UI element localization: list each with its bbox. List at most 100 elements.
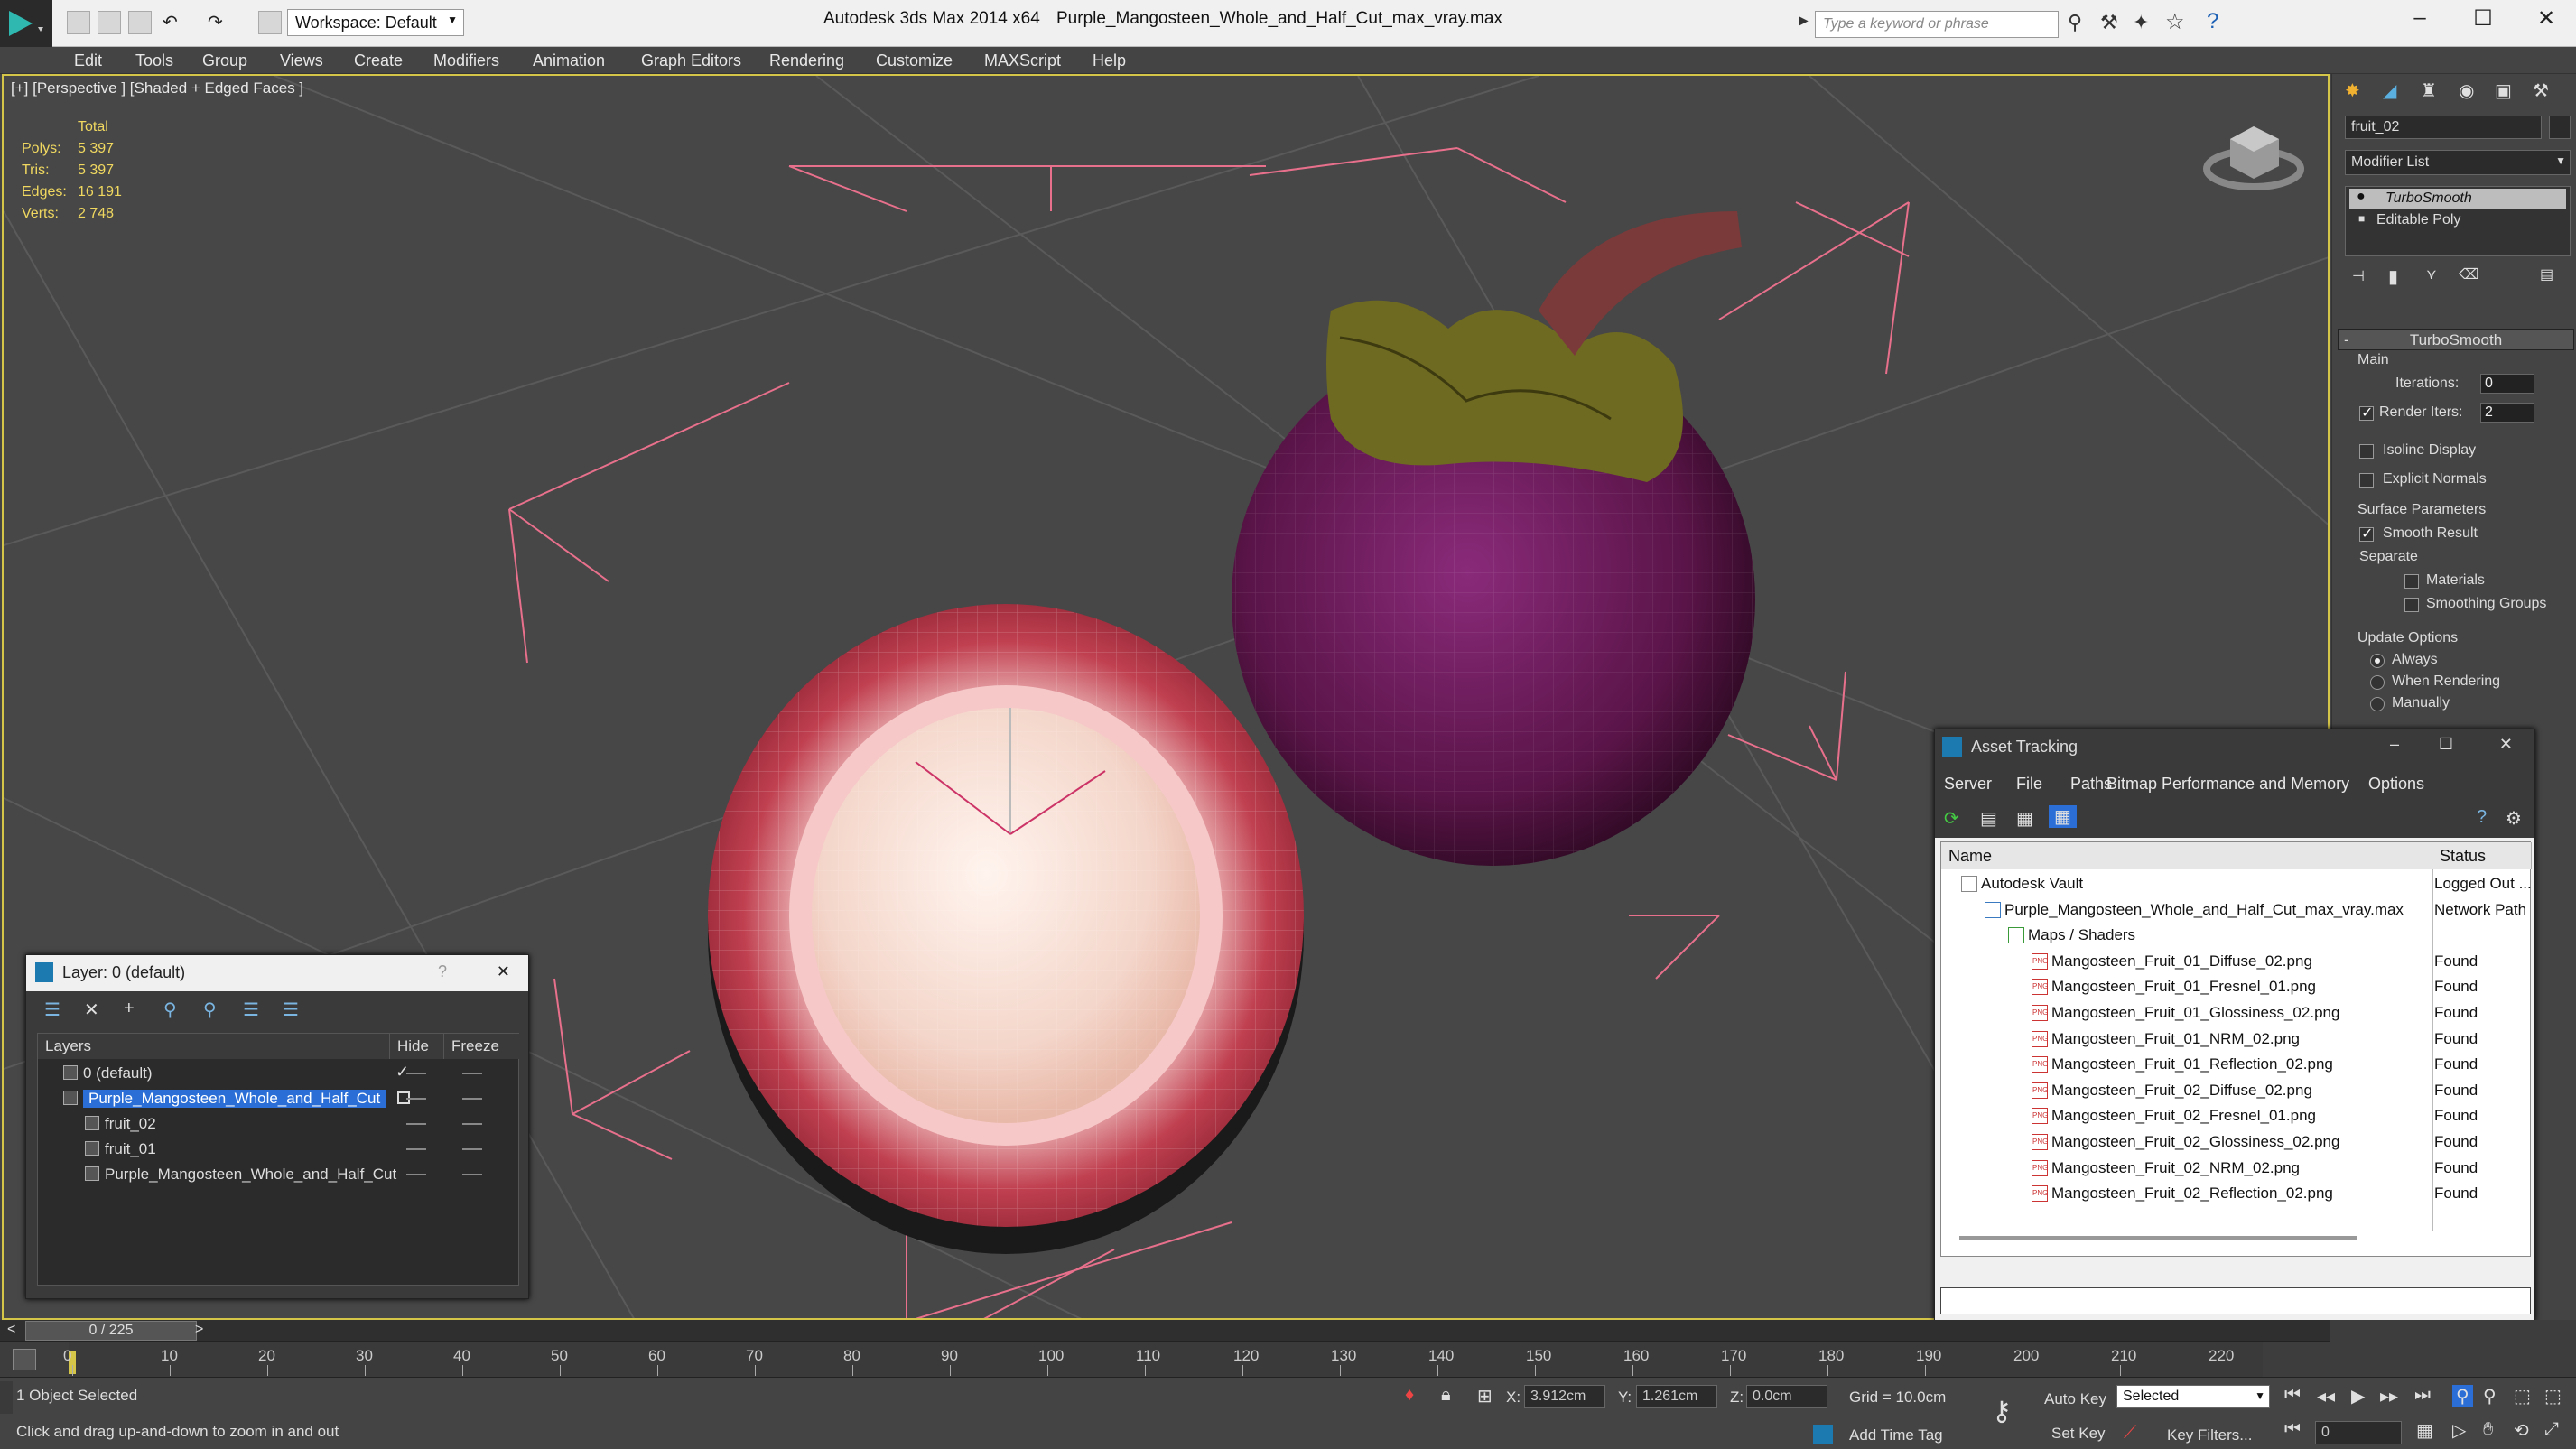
render-iters-spinner[interactable]: 2 bbox=[2480, 403, 2534, 423]
object-name-field[interactable]: fruit_02 bbox=[2345, 116, 2542, 139]
make-unique-icon[interactable]: ⋎ bbox=[2426, 265, 2437, 283]
field-of-view-icon[interactable]: ▷ bbox=[2452, 1419, 2466, 1442]
isolate-selection-icon[interactable]: ♦ bbox=[1405, 1385, 1414, 1406]
layer-row[interactable]: 0 (default) ✓ bbox=[38, 1061, 520, 1086]
asset-maximize-button[interactable]: ☐ bbox=[2439, 735, 2453, 754]
menu-edit[interactable]: Edit bbox=[74, 51, 102, 70]
asset-row[interactable]: Maps / Shaders bbox=[1941, 923, 2530, 948]
freeze-all-layers-icon[interactable]: ☰ bbox=[283, 999, 299, 1021]
asset-row[interactable]: PNG Mangosteen_Fruit_02_NRM_02.png Found bbox=[1941, 1156, 2530, 1181]
project-folder-icon[interactable] bbox=[258, 11, 282, 34]
viewport-label[interactable]: [+] [Perspective ] [Shaded + Edged Faces… bbox=[11, 79, 303, 98]
asset-close-button[interactable]: ✕ bbox=[2499, 735, 2513, 754]
create-layer-icon[interactable]: ☰ bbox=[44, 999, 60, 1021]
asset-row[interactable]: PNG Mangosteen_Fruit_01_Diffuse_02.png Fou… bbox=[1941, 949, 2530, 974]
z-coordinate-field[interactable]: 0.0cm bbox=[1746, 1385, 1827, 1408]
menu-views[interactable]: Views bbox=[280, 51, 323, 70]
asset-menu-options[interactable]: Options bbox=[2368, 775, 2424, 794]
menu-graph-editors[interactable]: Graph Editors bbox=[641, 51, 741, 70]
table-view-icon[interactable]: ▦ bbox=[2049, 805, 2077, 828]
zoom-extents-all-icon[interactable]: ⬚ bbox=[2544, 1385, 2562, 1407]
modifier-list-dropdown[interactable]: Modifier List ▼ bbox=[2345, 150, 2571, 175]
collapse-icon[interactable]: ■ bbox=[2358, 212, 2365, 225]
hierarchy-tab-icon[interactable]: ♜ bbox=[2421, 79, 2437, 102]
smoothing-groups-checkbox[interactable] bbox=[2404, 598, 2419, 612]
maxscript-listener[interactable] bbox=[0, 1381, 13, 1414]
asset-row[interactable]: Autodesk Vault Logged Out ... bbox=[1941, 871, 2532, 896]
y-coordinate-field[interactable]: 1.261cm bbox=[1636, 1385, 1717, 1408]
smooth-result-checkbox[interactable] bbox=[2359, 525, 2374, 543]
add-to-layer-icon[interactable]: + bbox=[124, 999, 135, 1019]
explicit-normals-checkbox[interactable] bbox=[2359, 473, 2374, 488]
binoculars-icon[interactable]: ⚲ bbox=[2068, 11, 2082, 34]
layer-row[interactable]: Purple_Mangosteen_Whole_and_Half_Cut bbox=[38, 1162, 520, 1187]
search-expand-icon[interactable]: ▶ bbox=[1799, 13, 1809, 28]
configure-modifier-sets-icon[interactable]: ▤ bbox=[2540, 265, 2553, 283]
render-iters-checkbox[interactable] bbox=[2359, 404, 2374, 422]
help-icon[interactable]: ? bbox=[2477, 807, 2487, 828]
hide-toggle[interactable] bbox=[406, 1073, 426, 1074]
display-tab-icon[interactable]: ▣ bbox=[2495, 79, 2512, 102]
pin-stack-icon[interactable]: ⊣ bbox=[2352, 267, 2365, 285]
redo-icon[interactable]: ↷ bbox=[208, 11, 231, 34]
menu-maxscript[interactable]: MAXScript bbox=[984, 51, 1061, 70]
search-input[interactable]: Type a keyword or phrase bbox=[1815, 11, 2059, 38]
hide-toggle[interactable] bbox=[406, 1148, 426, 1150]
object-color-swatch[interactable] bbox=[2549, 116, 2571, 139]
go-to-start-icon[interactable]: ⏮ bbox=[2284, 1385, 2301, 1406]
play-icon[interactable]: ▶ bbox=[2351, 1385, 2365, 1407]
current-frame-field[interactable]: 0 bbox=[2315, 1421, 2402, 1444]
delete-layer-icon[interactable]: ✕ bbox=[84, 999, 99, 1021]
menu-rendering[interactable]: Rendering bbox=[769, 51, 844, 70]
materials-checkbox[interactable] bbox=[2404, 574, 2419, 589]
layer-row[interactable]: fruit_01 bbox=[38, 1137, 520, 1162]
undo-icon[interactable]: ↶ bbox=[163, 11, 186, 34]
selection-set-dropdown[interactable]: Selected ▼ bbox=[2116, 1385, 2270, 1408]
asset-menu-file[interactable]: File bbox=[2016, 775, 2042, 794]
minimize-button[interactable]: – bbox=[2402, 5, 2438, 31]
layers-column-header[interactable]: Layers bbox=[38, 1034, 390, 1059]
zoom-icon[interactable]: ⚲ bbox=[2452, 1385, 2473, 1407]
asset-row[interactable]: PNG Mangosteen_Fruit_02_Reflection_02.png… bbox=[1941, 1181, 2530, 1206]
time-prev-button[interactable]: < bbox=[7, 1322, 15, 1338]
maximize-button[interactable]: ☐ bbox=[2465, 5, 2501, 32]
auto-key-button[interactable]: Auto Key bbox=[2044, 1390, 2106, 1408]
set-key-big-icon[interactable]: ⚷ bbox=[1992, 1396, 2012, 1427]
manually-radio[interactable] bbox=[2370, 697, 2385, 711]
asset-horizontal-scrollbar[interactable] bbox=[1959, 1236, 2357, 1240]
maximize-viewport-icon[interactable]: ⤢ bbox=[2544, 1419, 2559, 1440]
asset-row[interactable]: PNG Mangosteen_Fruit_02_Glossiness_02.png… bbox=[1941, 1129, 2530, 1155]
name-column-header[interactable]: Name bbox=[1941, 842, 2432, 869]
modify-tab-icon[interactable]: ◢ bbox=[2383, 79, 2396, 102]
menu-tools[interactable]: Tools bbox=[135, 51, 173, 70]
layer-row[interactable]: fruit_02 bbox=[38, 1111, 520, 1137]
key-mode-toggle-icon[interactable]: ⏮ bbox=[2284, 1419, 2301, 1440]
communication-icon[interactable]: ✦ bbox=[2133, 11, 2149, 34]
asset-minimize-button[interactable]: – bbox=[2390, 735, 2399, 754]
layer-close-button[interactable]: ✕ bbox=[497, 962, 510, 981]
save-file-icon[interactable] bbox=[128, 11, 152, 34]
menu-modifiers[interactable]: Modifiers bbox=[433, 51, 499, 70]
remove-modifier-icon[interactable]: ⌫ bbox=[2459, 265, 2479, 283]
freeze-toggle[interactable] bbox=[462, 1123, 482, 1125]
highlight-layer-icon[interactable]: ⚲ bbox=[203, 999, 217, 1021]
menu-customize[interactable]: Customize bbox=[876, 51, 953, 70]
stack-item-editable-poly[interactable]: ■ Editable Poly bbox=[2349, 210, 2566, 230]
set-key-button[interactable]: Set Key bbox=[2051, 1425, 2106, 1443]
freeze-column-header[interactable]: Freeze bbox=[444, 1034, 520, 1059]
layer-panel-titlebar[interactable]: Layer: 0 (default) ? ✕ bbox=[26, 955, 528, 991]
status-column-header[interactable]: Status bbox=[2432, 842, 2532, 869]
freeze-toggle[interactable] bbox=[462, 1073, 482, 1074]
key-mode-icon[interactable]: ⟋ bbox=[2124, 1423, 2144, 1443]
menu-animation[interactable]: Animation bbox=[533, 51, 605, 70]
menu-help[interactable]: Help bbox=[1093, 51, 1126, 70]
time-slider-thumb[interactable]: 0 / 225 bbox=[25, 1321, 197, 1341]
x-coordinate-field[interactable]: 3.912cm bbox=[1524, 1385, 1605, 1408]
favorites-star-icon[interactable]: ☆ bbox=[2165, 9, 2185, 35]
asset-row[interactable]: PNG Mangosteen_Fruit_01_NRM_02.png Found bbox=[1941, 1026, 2530, 1052]
settings-icon[interactable]: ⚙ bbox=[2506, 807, 2522, 830]
utilities-tab-icon[interactable]: ⚒ bbox=[2533, 79, 2549, 102]
freeze-toggle[interactable] bbox=[462, 1098, 482, 1100]
list-view-icon[interactable]: ▤ bbox=[1980, 807, 1997, 830]
detail-view-icon[interactable]: ▦ bbox=[2016, 807, 2033, 830]
